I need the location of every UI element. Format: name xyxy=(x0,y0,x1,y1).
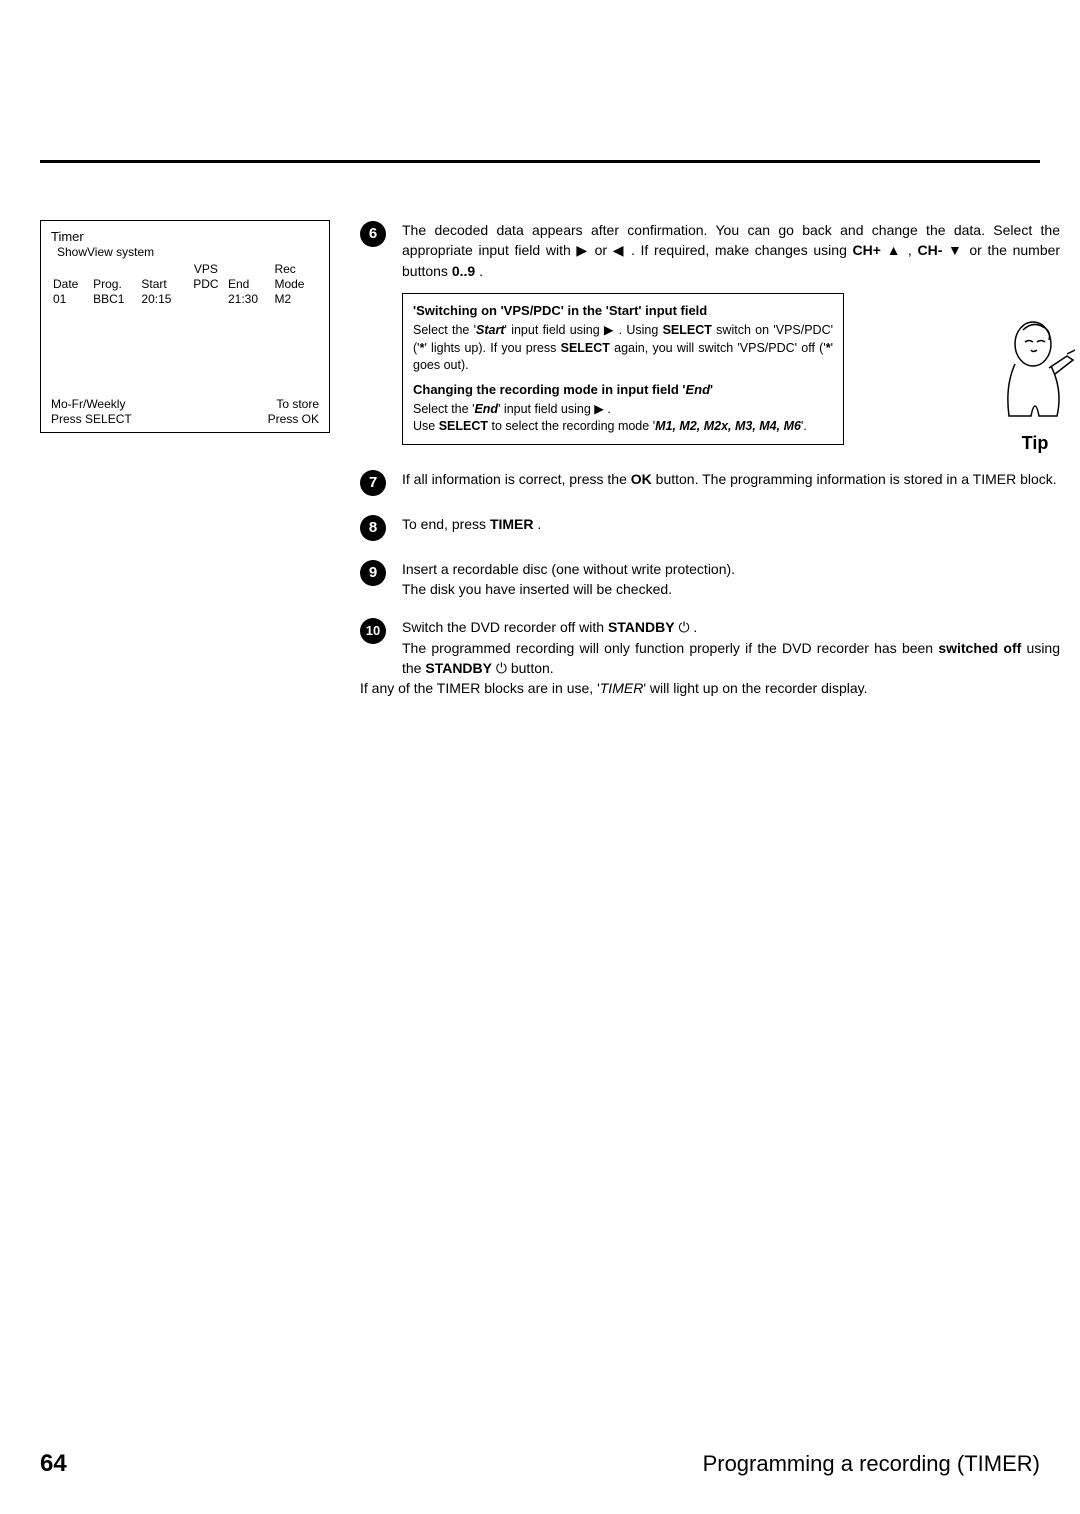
page-title: Programming a recording (TIMER) xyxy=(703,1451,1040,1477)
row-mode: M2 xyxy=(272,292,319,307)
col-date: Date xyxy=(51,277,91,292)
right-arrow-icon: ▶ xyxy=(594,402,604,416)
step-8: 8 To end, press TIMER . xyxy=(360,514,1060,541)
timer-subtitle: ShowView system xyxy=(51,245,319,260)
tip-text-1: Select the 'Start' input field using ▶ .… xyxy=(413,322,833,375)
page-footer: 64 Programming a recording (TIMER) xyxy=(40,1450,1040,1478)
col-start: Start xyxy=(139,277,185,292)
step-9: 9 Insert a recordable disc (one without … xyxy=(360,559,1060,600)
step-7-body: If all information is correct, press the… xyxy=(402,469,1060,489)
right-arrow-icon: ▶ xyxy=(604,323,614,337)
row-start: 20:15 xyxy=(139,292,185,307)
page-content: Timer ShowView system VPS Rec Date Prog.… xyxy=(40,150,1040,1474)
tip-label: Tip xyxy=(990,433,1080,454)
row-vps xyxy=(186,292,226,307)
step-number: 9 xyxy=(360,560,386,586)
tip-text-2: Select the 'End' input field using ▶ . U… xyxy=(413,401,833,436)
col-rec: Rec xyxy=(272,262,319,277)
page-number: 64 xyxy=(40,1450,67,1478)
row-prog: BBC1 xyxy=(91,292,139,307)
timer-table: VPS Rec Date Prog. Start PDC End Mode 01… xyxy=(51,262,319,307)
timer-title: Timer xyxy=(51,229,319,245)
col-mode: Mode xyxy=(272,277,319,292)
row-end: 21:30 xyxy=(226,292,272,307)
step-7: 7 If all information is correct, press t… xyxy=(360,469,1060,496)
tip-illustration: Tip xyxy=(990,316,1080,454)
foot-right-2: Press OK xyxy=(268,412,319,426)
row-date: 01 xyxy=(51,292,91,307)
instruction-column: 6 The decoded data appears after confirm… xyxy=(360,220,1060,696)
step-10-body: Switch the DVD recorder off with STANDBY… xyxy=(402,617,1060,678)
step-6: 6 The decoded data appears after confirm… xyxy=(360,220,1060,451)
up-arrow-icon: ▲ xyxy=(887,242,903,258)
step-10: 10 Switch the DVD recorder off with STAN… xyxy=(360,617,1060,678)
step-number: 7 xyxy=(360,470,386,496)
left-arrow-icon: ◀ xyxy=(613,242,626,258)
right-arrow-icon: ▶ xyxy=(576,242,589,258)
foot-left-2: Press SELECT xyxy=(51,412,132,426)
step-number: 6 xyxy=(360,221,386,247)
down-arrow-icon: ▼ xyxy=(948,242,964,258)
power-icon: ⏻ xyxy=(678,619,689,635)
tip-box: 'Switching on 'VPS/PDC' in the 'Start' i… xyxy=(402,293,844,445)
person-pointing-icon xyxy=(995,316,1075,426)
footer-note: If any of the TIMER blocks are in use, '… xyxy=(360,680,1060,696)
foot-left-1: Mo-Fr/Weekly xyxy=(51,397,125,411)
foot-right-1: To store xyxy=(276,397,319,411)
step-9-body: Insert a recordable disc (one without wr… xyxy=(402,559,1060,600)
step-8-body: To end, press TIMER . xyxy=(402,514,1060,534)
tip-heading-1: 'Switching on 'VPS/PDC' in the 'Start' i… xyxy=(413,302,833,320)
timer-display-box: Timer ShowView system VPS Rec Date Prog.… xyxy=(40,220,330,433)
power-icon: ⏻ xyxy=(496,660,507,676)
step-6-body: The decoded data appears after confirmat… xyxy=(402,220,1060,451)
col-pdc: PDC xyxy=(186,277,226,292)
step-number: 8 xyxy=(360,515,386,541)
col-prog: Prog. xyxy=(91,277,139,292)
step-number: 10 xyxy=(360,618,386,644)
tip-heading-2: Changing the recording mode in input fie… xyxy=(413,381,833,399)
col-end: End xyxy=(226,277,272,292)
col-vps: VPS xyxy=(186,262,226,277)
